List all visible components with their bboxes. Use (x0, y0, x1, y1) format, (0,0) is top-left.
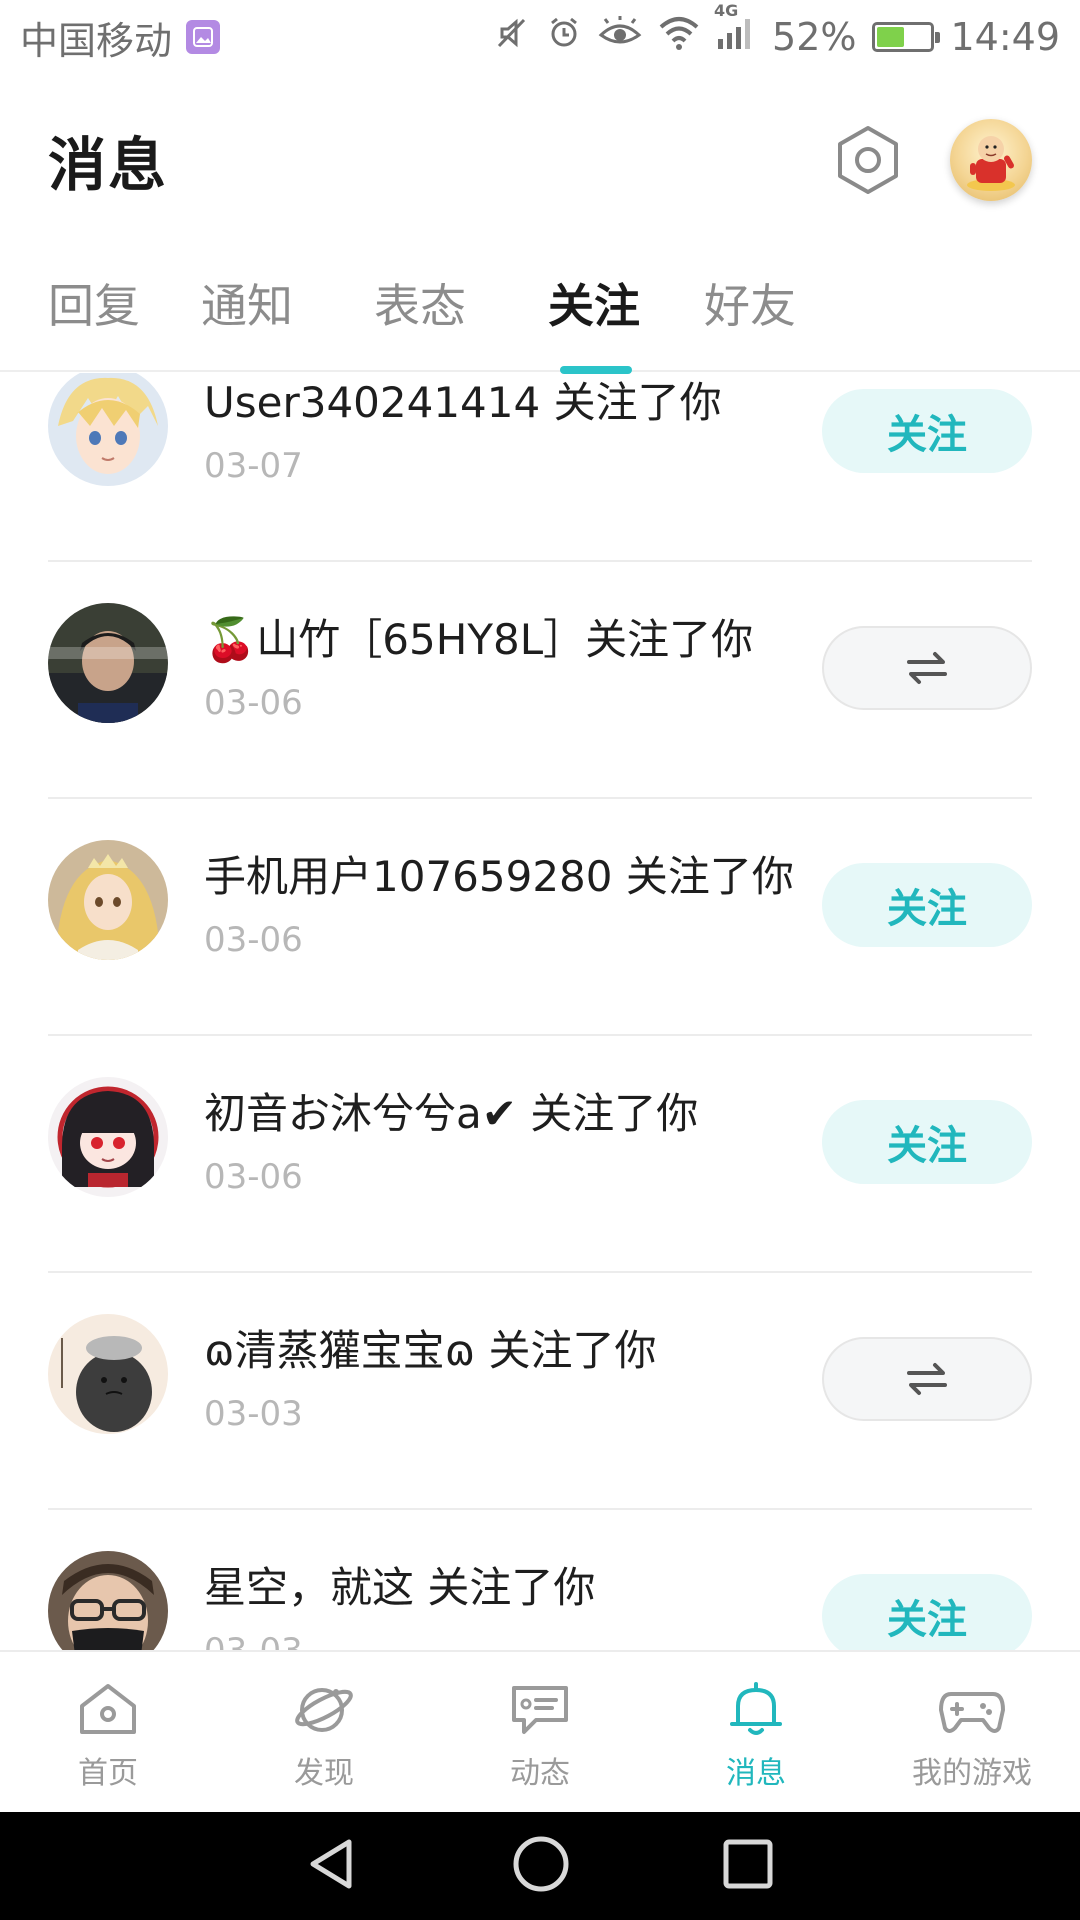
gear-icon (838, 126, 898, 194)
follow-date: 03-06 (204, 1157, 303, 1197)
follow-message: 🍒山竹［65HY8L］关注了你 (204, 615, 754, 664)
user-avatar[interactable] (48, 603, 168, 723)
my-avatar[interactable] (950, 119, 1032, 201)
list-item[interactable]: ɷ清蒸獾宝宝ɷ 关注了你 03-03 (0, 1273, 1080, 1510)
home-icon (80, 1684, 136, 1734)
eye-comfort-icon (598, 15, 642, 60)
nav-label: 动态 (510, 1756, 570, 1791)
mutual-follow-icon (907, 1363, 947, 1395)
nav-label: 发现 (294, 1756, 354, 1791)
list-item[interactable]: 初音お沐兮兮a✔ 关注了你 03-06 关注 (0, 1036, 1080, 1273)
nav-my-games[interactable]: 我的游戏 (864, 1652, 1080, 1812)
follow-message: 星空，就这 关注了你 (204, 1563, 596, 1612)
alarm-icon (546, 15, 582, 60)
tab-notification[interactable]: 通知 (201, 270, 293, 336)
mutual-follow-button[interactable] (822, 626, 1032, 710)
gallery-notification-icon (186, 20, 221, 54)
follow-date: 03-06 (204, 683, 303, 723)
wifi-icon (658, 15, 700, 60)
bell-icon (730, 1682, 782, 1735)
list-item[interactable]: 手机用户107659280 关注了你 03-06 关注 (0, 799, 1080, 1036)
mutual-follow-button[interactable] (822, 1337, 1032, 1421)
screen: 中国移动 4G 52% 14:49 消息 回复 通知 表态 关注 好友 User… (0, 0, 1080, 1920)
list-item[interactable]: 🍒山竹［65HY8L］关注了你 03-06 (0, 562, 1080, 799)
message-tabs: 回复 通知 表态 关注 好友 (0, 262, 1080, 374)
mutual-follow-icon (907, 652, 947, 684)
follow-message: ɷ清蒸獾宝宝ɷ 关注了你 (204, 1326, 657, 1375)
follow-date: 03-07 (204, 446, 303, 486)
tab-reaction[interactable]: 表态 (374, 270, 466, 336)
nav-feed[interactable]: 动态 (432, 1652, 648, 1812)
cellular-signal-icon: 4G (714, 1, 756, 60)
user-avatar[interactable] (48, 840, 168, 960)
nav-discover[interactable]: 发现 (216, 1652, 432, 1812)
tab-follow[interactable]: 关注 (548, 270, 640, 336)
nav-home[interactable]: 首页 (0, 1652, 216, 1812)
battery-percent: 52% (772, 15, 857, 59)
battery-icon (872, 22, 941, 52)
back-button[interactable] (305, 1836, 361, 1896)
recents-button[interactable] (721, 1837, 775, 1895)
page-title: 消息 (48, 131, 169, 199)
status-bar: 中国移动 4G 52% 14:49 (0, 0, 1080, 74)
home-circle-icon (513, 1836, 569, 1892)
nav-label: 消息 (726, 1756, 786, 1791)
list-item[interactable]: 星空，就这 关注了你 03-03 关注 (0, 1510, 1080, 1650)
system-nav-bar (0, 1812, 1080, 1920)
network-type-label: 4G (714, 0, 739, 20)
bottom-nav: 首页 发现 动态 消息 我的游戏 (0, 1650, 1080, 1812)
header: 消息 (0, 100, 1080, 220)
recents-square-icon (723, 1839, 773, 1889)
follow-date: 03-03 (204, 1394, 303, 1434)
list-item[interactable]: User340241414 关注了你 03-07 关注 (0, 373, 1080, 562)
follow-back-button[interactable]: 关注 (822, 389, 1032, 473)
nav-label: 首页 (78, 1756, 138, 1791)
mute-icon (494, 15, 530, 60)
feed-icon (512, 1686, 568, 1734)
follow-back-button[interactable]: 关注 (822, 1100, 1032, 1184)
follow-date: 03-06 (204, 920, 303, 960)
tab-friends[interactable]: 好友 (704, 270, 796, 336)
nav-messages[interactable]: 消息 (648, 1652, 864, 1812)
settings-button[interactable] (830, 122, 906, 198)
user-avatar[interactable] (48, 373, 168, 486)
nav-label: 我的游戏 (912, 1756, 1032, 1791)
discover-icon (295, 1688, 353, 1732)
follow-message: 手机用户107659280 关注了你 (204, 852, 794, 901)
clock: 14:49 (950, 15, 1060, 59)
user-avatar[interactable] (48, 1551, 168, 1650)
follow-list: User340241414 关注了你 03-07 关注 🍒山竹［65HY8L］关… (0, 373, 1080, 1650)
follow-message: User340241414 关注了你 (204, 378, 722, 427)
tab-reply[interactable]: 回复 (48, 270, 140, 336)
follow-date: 03-03 (204, 1631, 303, 1650)
follow-back-button[interactable]: 关注 (822, 1574, 1032, 1650)
home-button[interactable] (511, 1834, 571, 1898)
follow-back-button[interactable]: 关注 (822, 863, 1032, 947)
back-triangle-icon (310, 1839, 352, 1889)
user-avatar[interactable] (48, 1077, 168, 1197)
gamepad-icon (939, 1692, 1005, 1733)
user-avatar[interactable] (48, 1314, 168, 1434)
follow-message: 初音お沐兮兮a✔ 关注了你 (204, 1089, 699, 1138)
carrier-label: 中国移动 (20, 18, 173, 63)
